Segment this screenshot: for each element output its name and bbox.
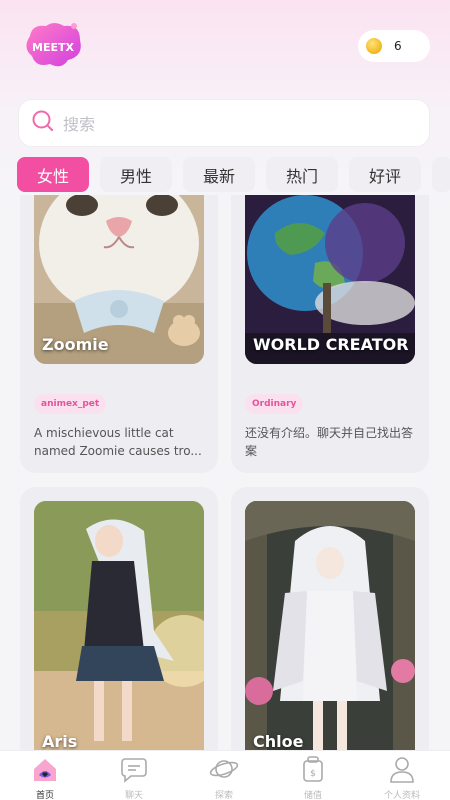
- character-feed: Zoomie animex_pet A mischievous little c…: [0, 195, 450, 750]
- nav-wallet[interactable]: $ 储值: [283, 755, 343, 800]
- character-name: WORLD CREATOR: [253, 335, 409, 354]
- nav-label: 储值: [303, 791, 322, 800]
- nav-label: 聊天: [124, 791, 143, 800]
- character-tag: animex_pet: [34, 394, 107, 414]
- character-image: Aris: [34, 501, 204, 750]
- character-description: A mischievous little cat named Zoomie ca…: [34, 426, 202, 458]
- tab-female[interactable]: 女性: [17, 157, 89, 192]
- character-name: Aris: [42, 732, 78, 750]
- coin-count: 6: [394, 39, 402, 53]
- wallet-icon: $: [298, 755, 328, 787]
- nav-label: 首页: [35, 791, 54, 800]
- tab-top-rated[interactable]: 好评: [349, 157, 421, 192]
- tab-more[interactable]: [432, 157, 450, 192]
- nav-chat[interactable]: 聊天: [104, 755, 164, 800]
- character-description: 还没有介绍。聊天并自己找出答案: [245, 426, 414, 458]
- character-image: Zoomie: [34, 195, 204, 364]
- character-card[interactable]: WORLD CREATOR Ordinary 还没有介绍。聊天并自己找出答案: [231, 195, 429, 473]
- character-image: Chloe: [245, 501, 415, 750]
- nav-label: 个人资料: [383, 791, 420, 800]
- profile-icon: [387, 755, 417, 787]
- home-icon: [30, 755, 60, 787]
- tab-popular[interactable]: 热门: [266, 157, 338, 192]
- tab-male[interactable]: 男性: [100, 157, 172, 192]
- character-card[interactable]: Chloe: [231, 487, 429, 750]
- character-name: Chloe: [253, 732, 304, 750]
- planet-icon: [209, 755, 239, 787]
- tab-newest[interactable]: 最新: [183, 157, 255, 192]
- search-bar[interactable]: 搜索: [18, 99, 430, 147]
- chat-icon: [119, 755, 149, 787]
- search-placeholder: 搜索: [63, 115, 96, 134]
- character-card[interactable]: Zoomie animex_pet A mischievous little c…: [20, 195, 218, 473]
- search-icon: [31, 109, 55, 137]
- category-tabs: 女性 男性 最新 热门 好评: [17, 157, 450, 193]
- character-image: WORLD CREATOR: [245, 195, 415, 364]
- character-tag: Ordinary: [245, 394, 304, 414]
- logo-text: MEETX: [32, 41, 74, 54]
- app-logo: MEETX: [22, 18, 84, 72]
- nav-profile[interactable]: 个人资料: [372, 755, 432, 800]
- character-card[interactable]: Aris: [20, 487, 218, 750]
- nav-label: 探索: [214, 791, 233, 800]
- svg-text:$: $: [310, 769, 316, 779]
- character-name: Zoomie: [42, 335, 109, 354]
- coin-icon: [366, 38, 382, 54]
- nav-home[interactable]: 首页: [15, 755, 75, 800]
- nav-explore[interactable]: 探索: [194, 755, 254, 800]
- coin-balance[interactable]: 6: [358, 30, 430, 62]
- bottom-navigation: 首页 聊天 探索 $ 储值 个人资料: [0, 750, 450, 800]
